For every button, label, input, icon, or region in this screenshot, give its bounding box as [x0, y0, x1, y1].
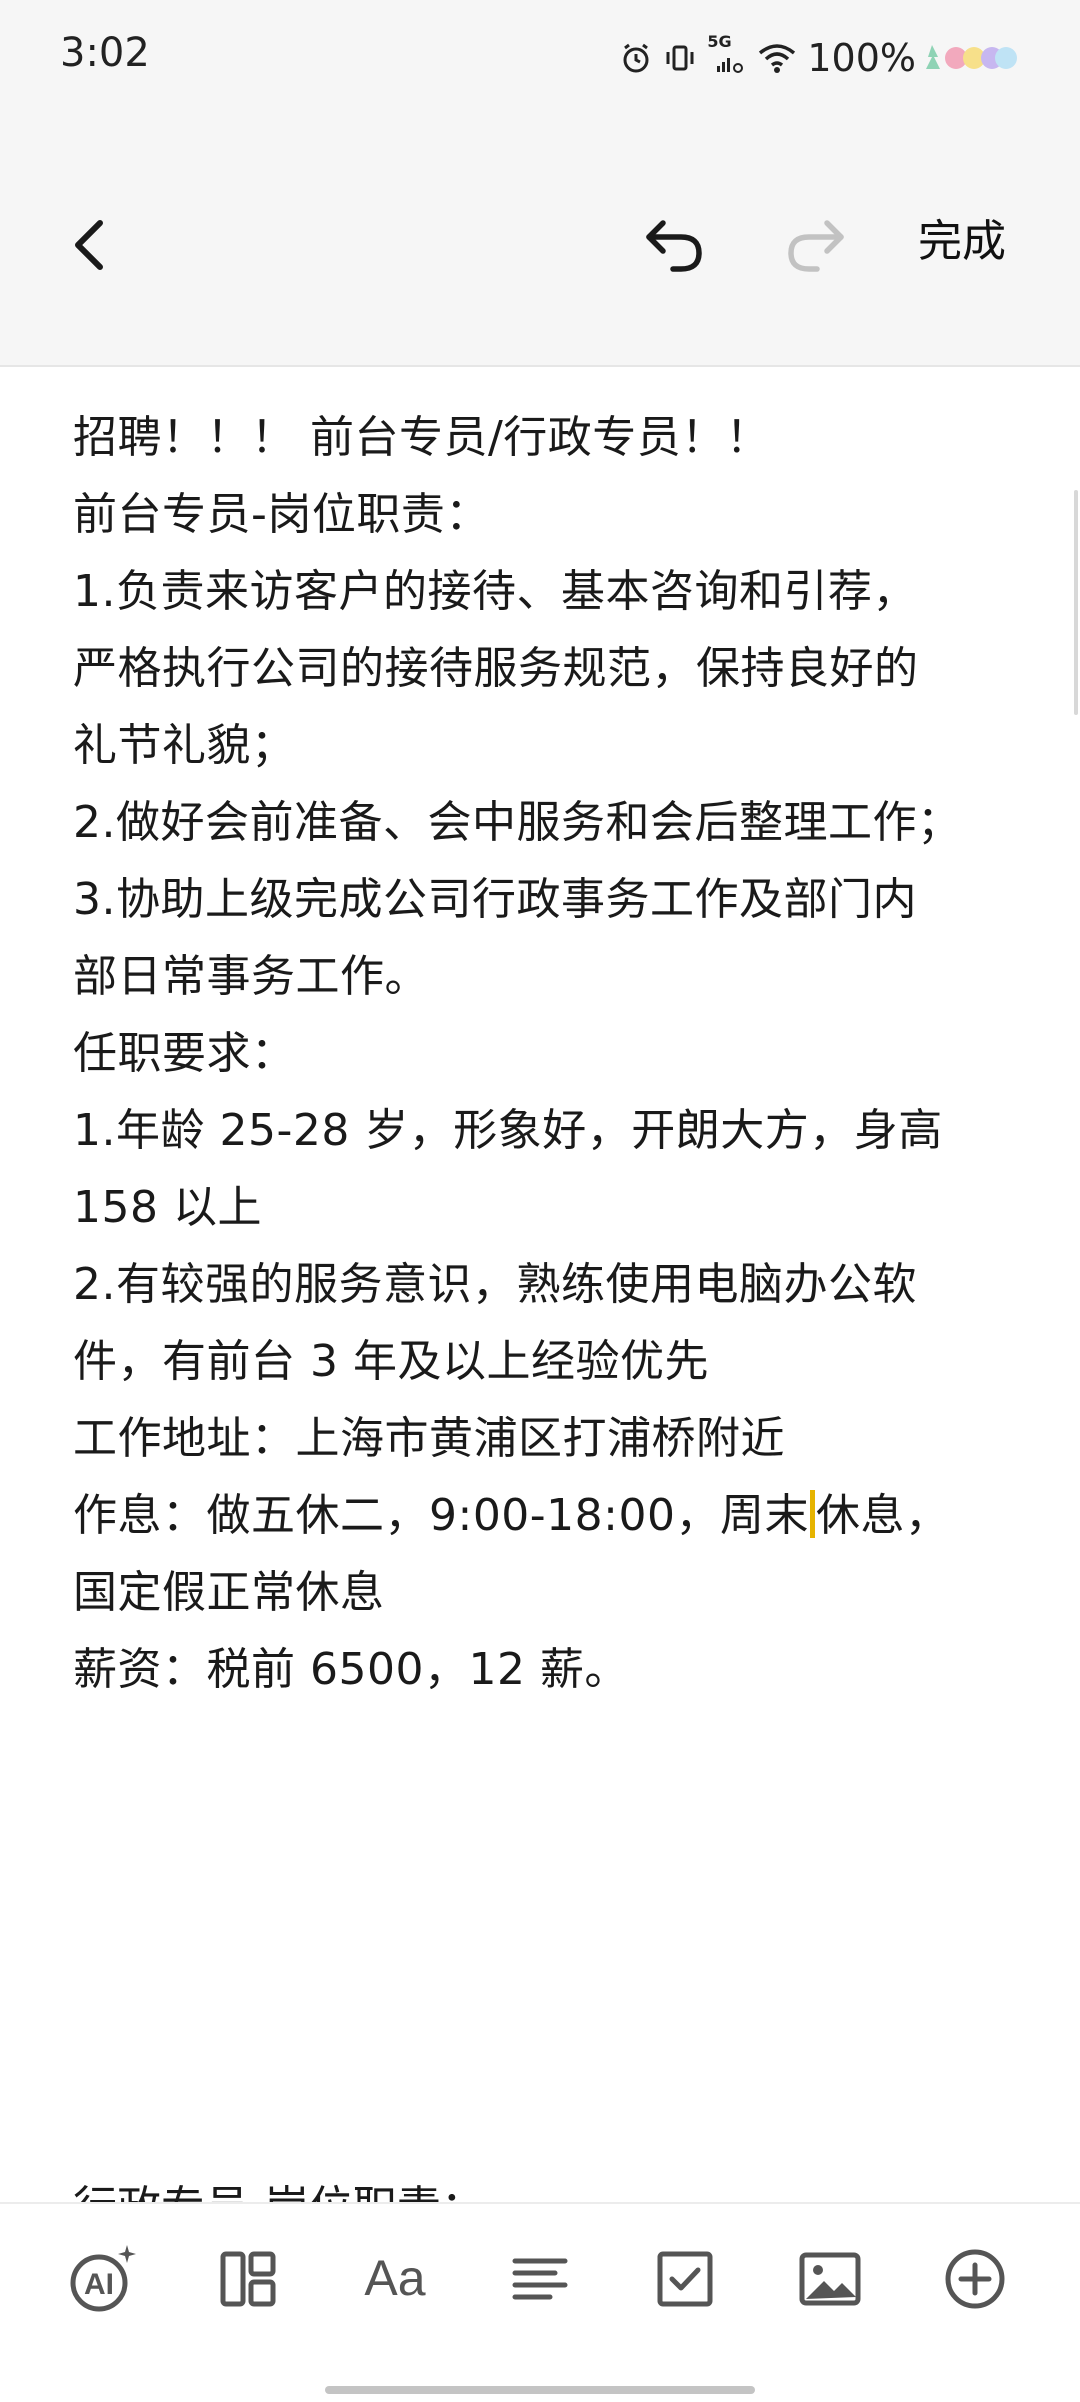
done-button[interactable]: 完成 — [918, 212, 1006, 272]
alarm-icon — [619, 41, 653, 75]
note-line-peek: 行政专员-岗位职责： — [73, 2178, 485, 2202]
svg-text:AI: AI — [84, 2268, 114, 2301]
ai-icon: AI — [70, 2245, 136, 2312]
note-line: 1.年龄 25-28 岁，形象好，开朗大方，身高 — [73, 1105, 943, 1156]
note-editor[interactable]: 招聘！！！ 前台专员/行政专员！！ 前台专员-岗位职责： 1.负责来访客户的接待… — [0, 367, 1080, 2202]
note-line-with-cursor: 作息：做五休二，9:00-18:00，周末 休息， — [73, 1477, 949, 1554]
battery-decoration-icon — [926, 41, 1018, 75]
back-button[interactable] — [60, 215, 120, 275]
note-line: 前台专员-岗位职责： — [73, 489, 490, 540]
editor-header: 完成 — [0, 120, 1080, 367]
wifi-icon — [757, 41, 797, 75]
scrollbar[interactable] — [1074, 490, 1078, 715]
note-line: 3.协助上级完成公司行政事务工作及部门内 — [73, 874, 917, 925]
note-line: 工作地址：上海市黄浦区打浦桥附近 — [73, 1413, 785, 1464]
chevron-left-icon — [75, 220, 103, 270]
image-button[interactable] — [785, 2234, 875, 2324]
undo-icon — [646, 220, 702, 272]
checklist-button[interactable] — [640, 2234, 730, 2324]
vibrate-icon — [663, 41, 697, 75]
text-cursor — [809, 1490, 815, 1538]
note-line: 1.负责来访客户的接待、基本咨询和引荐， — [73, 566, 917, 617]
note-line: 任职要求： — [73, 1028, 296, 1079]
undo-button[interactable] — [635, 210, 715, 280]
note-line: 158 以上 — [73, 1182, 262, 1233]
battery-label: 100% — [807, 36, 916, 80]
status-icons: 5G 100% — [619, 28, 1018, 88]
svg-text:Aa: Aa — [364, 2250, 425, 2306]
note-title-line: 招聘！！！ 前台专员/行政专员！！ — [73, 412, 771, 463]
note-line: 件，有前台 3 年及以上经验优先 — [73, 1336, 709, 1387]
ai-button[interactable]: AI — [58, 2234, 148, 2324]
image-icon — [799, 2252, 861, 2306]
status-time: 3:02 — [60, 30, 150, 76]
text-format-icon: Aa — [364, 2250, 425, 2306]
paragraph-button[interactable] — [495, 2234, 585, 2324]
note-text-before-cursor: 作息：做五休二，9:00-18:00，周末 — [73, 1490, 809, 1541]
note-line: 2.做好会前准备、会中服务和会后整理工作； — [73, 797, 962, 848]
note-line: 严格执行公司的接待服务规范，保持良好的 — [73, 643, 919, 694]
note-line: 部日常事务工作。 — [73, 951, 429, 1002]
checklist-icon — [657, 2251, 713, 2307]
add-circle-icon — [945, 2249, 1005, 2309]
note-line: 薪资：税前 6500，12 薪。 — [73, 1644, 629, 1695]
layout-icon — [220, 2251, 276, 2307]
note-text-after-cursor: 休息， — [815, 1490, 950, 1541]
status-bar: 3:02 5G 100% — [0, 0, 1080, 120]
redo-button[interactable] — [775, 210, 855, 280]
redo-icon — [788, 220, 844, 272]
home-indicator[interactable] — [325, 2386, 755, 2394]
text-format-button[interactable]: Aa — [350, 2234, 440, 2324]
add-button[interactable] — [930, 2234, 1020, 2324]
layout-button[interactable] — [204, 2234, 294, 2324]
note-line: 2.有较强的服务意识，熟练使用电脑办公软 — [73, 1259, 917, 1310]
paragraph-icon — [512, 2258, 568, 2300]
note-line: 国定假正常休息 — [73, 1567, 385, 1618]
cellular-icon: 5G — [707, 32, 747, 78]
format-toolbar: AI Aa — [0, 2202, 1080, 2402]
note-line: 礼节礼貌； — [73, 720, 296, 771]
